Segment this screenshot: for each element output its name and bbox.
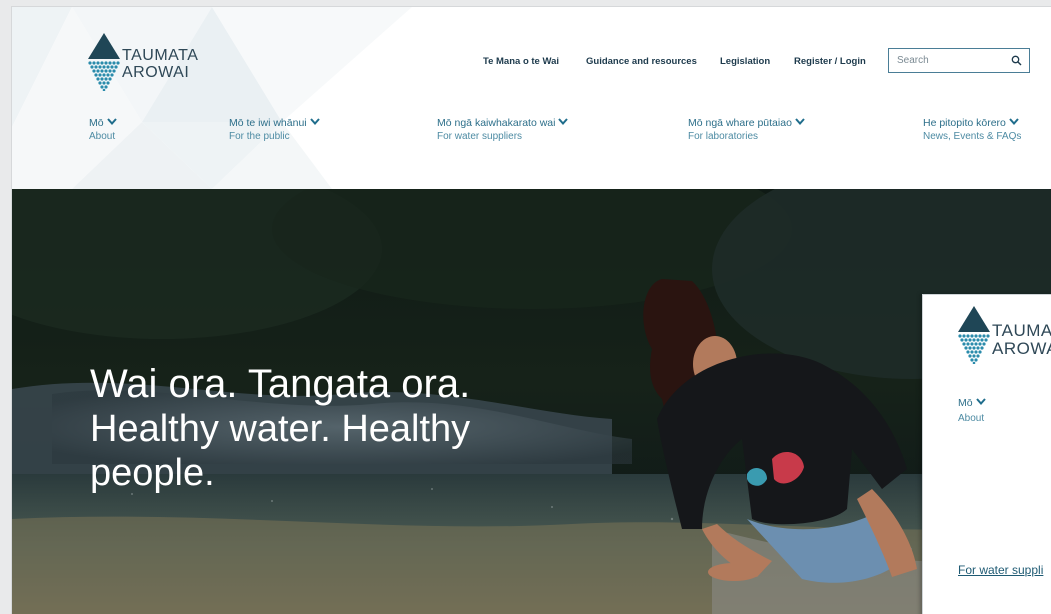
hero-banner: Wai ora. Tangata ora. Healthy water. Hea… [12, 189, 1051, 614]
overlay-logo-text-line1: TAUMATA [992, 321, 1051, 340]
chevron-down-icon [558, 118, 569, 126]
search-icon[interactable] [1011, 55, 1022, 66]
logo-text-line2: AROWAI [122, 64, 190, 81]
mainnav-public-mi: Mō te iwi whānui [229, 117, 307, 129]
hero-headline: Wai ora. Tangata ora. Healthy water. Hea… [90, 361, 570, 495]
topnav-register-login[interactable]: Register / Login [794, 56, 866, 70]
overlay-panel: TAUMATA AROWAI Mō About For water suppli [922, 294, 1051, 614]
search-placeholder: Search [897, 55, 929, 66]
overlay-nav-about-en: About [958, 413, 985, 424]
overlay-logo-text-line2: AROWAI [992, 339, 1051, 358]
chevron-down-icon [795, 118, 805, 126]
overlay-nav-about[interactable]: Mō [958, 397, 986, 410]
mainnav-news-en: News, Events & FAQs [923, 131, 1022, 142]
hero-headline-maori: Wai ora. Tangata ora. [90, 362, 471, 406]
logo-mark-icon [88, 33, 120, 91]
topnav-legislation[interactable]: Legislation [720, 56, 770, 70]
search-input[interactable]: Search [888, 48, 1030, 73]
mainnav-laboratories-en: For laboratories [688, 131, 759, 142]
overlay-link-water-suppliers[interactable]: For water suppli [958, 563, 1043, 577]
mainnav-about-en: About [89, 131, 116, 142]
mainnav-laboratories[interactable]: Mō ngā whare pūtaiao For laboratories [688, 117, 805, 144]
mainnav-public-en: For the public [229, 131, 290, 142]
topnav-guidance-and-resources[interactable]: Guidance and resources [586, 56, 697, 70]
taumata-arowai-logo[interactable]: TAUMATA AROWAI [88, 33, 218, 91]
mainnav-water-suppliers-en: For water suppliers [437, 131, 523, 142]
mainnav-public[interactable]: Mō te iwi whānui For the public [229, 117, 320, 144]
mainnav-laboratories-mi: Mō ngā whare pūtaiao [688, 117, 792, 129]
mainnav-about[interactable]: Mō About [89, 117, 117, 144]
logo-mark-icon [958, 306, 990, 365]
mainnav-news[interactable]: He pitopito kōrero News, Events & FAQs [923, 117, 1021, 144]
mainnav-water-suppliers[interactable]: Mō ngā kaiwhakarato wai For water suppli… [437, 117, 569, 144]
mainnav-water-suppliers-mi: Mō ngā kaiwhakarato wai [437, 117, 556, 129]
chevron-down-icon [106, 118, 117, 126]
page: TAUMATA AROWAI Te Mana o te Wai Guidance… [11, 6, 1051, 614]
logo-text-line1: TAUMATA [122, 47, 199, 64]
hero-headline-english: Healthy water. Healthy people. [90, 408, 471, 494]
overlay-nav-about-mi: Mō [958, 397, 973, 409]
mainnav-about-mi: Mō [89, 117, 104, 129]
chevron-down-icon [1009, 118, 1019, 126]
chevron-down-icon [975, 398, 986, 406]
mainnav-news-mi: He pitopito kōrero [923, 117, 1006, 129]
chevron-down-icon [309, 118, 320, 126]
site-header: TAUMATA AROWAI Te Mana o te Wai Guidance… [12, 7, 1051, 189]
overlay-logo[interactable]: TAUMATA AROWAI [958, 306, 1051, 365]
topnav-te-mana-o-te-wai[interactable]: Te Mana o te Wai [483, 56, 559, 70]
